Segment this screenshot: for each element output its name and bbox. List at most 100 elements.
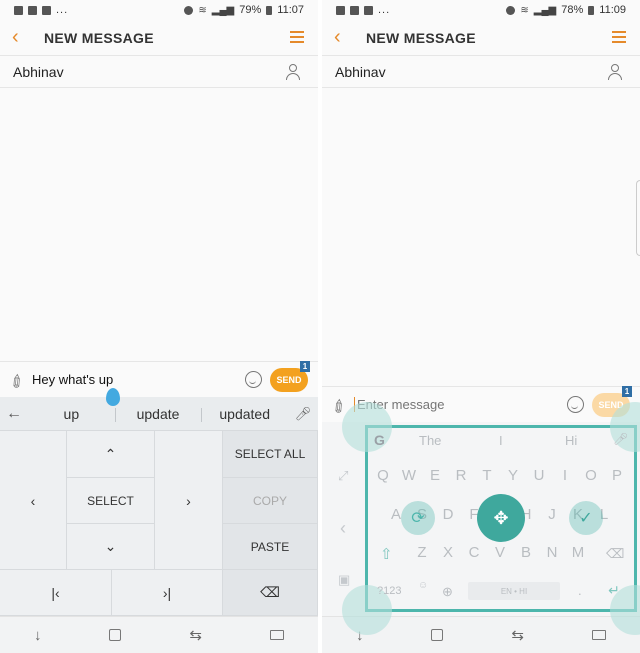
back-arrow-icon[interactable]: ‹	[334, 26, 360, 49]
contact-picker-icon[interactable]	[608, 64, 622, 80]
globe-icon[interactable]: ⊕	[442, 584, 453, 600]
battery-percent: 79%	[239, 4, 262, 16]
keyboard-icon[interactable]	[269, 630, 284, 640]
home-icon[interactable]	[109, 629, 122, 641]
cursor-down-button[interactable]: ⌄	[67, 524, 155, 570]
paste-button[interactable]: PASTE	[223, 524, 318, 570]
key-p[interactable]: P	[607, 467, 627, 484]
facebook-icon	[42, 5, 51, 15]
copy-label: COPY	[252, 493, 287, 508]
microphone-icon[interactable]: 🎤︎	[288, 406, 318, 422]
signal-icon: ▂▄▆	[211, 4, 235, 16]
suggestion-word[interactable]: Hi	[565, 433, 577, 448]
reset-position-icon[interactable]: ⟳	[401, 501, 435, 535]
backspace-icon[interactable]: ⌫	[606, 546, 624, 562]
back-arrow-icon[interactable]: ‹	[12, 26, 38, 49]
notification-icon	[14, 5, 23, 15]
home-icon[interactable]	[431, 629, 444, 641]
expand-icon[interactable]: ⤢	[338, 468, 348, 484]
symbols-key[interactable]: ?123	[377, 585, 401, 597]
backspace-button[interactable]: ⌫	[223, 570, 318, 616]
alarm-icon	[184, 5, 194, 15]
edge-panel-handle[interactable]	[636, 180, 640, 256]
resize-icon[interactable]: ▣	[338, 572, 350, 588]
app-bar: ‹ NEW MESSAGE	[0, 20, 318, 56]
contact-picker-icon[interactable]	[286, 64, 300, 80]
page-title: NEW MESSAGE	[366, 29, 476, 46]
suggestion-word[interactable]: updated	[201, 406, 288, 422]
key-t[interactable]: T	[477, 467, 497, 484]
send-label: SEND	[276, 374, 302, 385]
key-m[interactable]: M	[568, 544, 588, 561]
recipient-field[interactable]: Abhinav	[0, 56, 318, 88]
menu-icon[interactable]	[290, 28, 304, 46]
shift-icon[interactable]: ⇧	[380, 545, 393, 563]
copy-button[interactable]: COPY	[223, 478, 318, 524]
key-c[interactable]: C	[464, 544, 484, 561]
battery-icon	[588, 5, 595, 15]
select-button[interactable]: SELECT	[67, 478, 155, 524]
period-key[interactable]: .	[578, 583, 582, 598]
key-d[interactable]: D	[438, 506, 458, 523]
cursor-up-button[interactable]: ⌃	[67, 431, 155, 478]
key-w[interactable]: W	[399, 467, 419, 484]
chevron-right-icon: ›	[186, 493, 191, 509]
clock: 11:07	[277, 4, 304, 16]
key-u[interactable]: U	[529, 467, 549, 484]
key-n[interactable]: N	[542, 544, 562, 561]
key-v[interactable]: V	[490, 544, 510, 561]
recipient-name: Abhinav	[335, 63, 386, 80]
key-z[interactable]: Z	[412, 544, 432, 561]
key-b[interactable]: B	[516, 544, 536, 561]
microphone-icon[interactable]: 🎤︎	[613, 432, 628, 446]
cursor-left-button[interactable]: ‹	[0, 478, 67, 524]
key-x[interactable]: X	[438, 544, 458, 561]
key-o[interactable]: O	[581, 467, 601, 484]
hide-keyboard-icon[interactable]: ↓	[34, 627, 42, 644]
wifi-icon: ≋	[520, 4, 529, 16]
app-bar: ‹ NEW MESSAGE	[322, 20, 640, 56]
message-input[interactable]: Hey what's up	[32, 372, 245, 387]
collapse-arrow-icon[interactable]: ←	[0, 405, 28, 423]
key-r[interactable]: R	[451, 467, 471, 484]
space-bar[interactable]: EN • HI	[468, 582, 560, 600]
suggestion-strip: ← up update updated 🎤︎	[0, 397, 318, 431]
recipient-field[interactable]: Abhinav	[322, 56, 640, 88]
cursor-start-button[interactable]: |‹	[0, 570, 112, 616]
move-icon[interactable]: ✥	[477, 494, 525, 542]
keyboard-icon[interactable]	[591, 630, 606, 640]
suggestion-word[interactable]: update	[114, 406, 202, 422]
jump-end-icon: ›|	[162, 584, 172, 601]
google-icon[interactable]: G	[374, 432, 385, 448]
suggestion-word[interactable]: I	[499, 433, 503, 448]
jump-start-icon: |‹	[51, 584, 60, 601]
text-edit-panel: ⌃ SELECT ALL ‹ SELECT › COPY ⌄ PASTE |‹ …	[0, 431, 318, 616]
menu-icon[interactable]	[612, 28, 626, 46]
emoji-key-icon[interactable]: ☺	[418, 580, 428, 591]
enter-icon[interactable]: ↵	[601, 577, 627, 603]
confirm-check-icon[interactable]: ✓	[569, 501, 603, 535]
cursor-end-button[interactable]: ›|	[112, 570, 223, 616]
suggestion-word[interactable]: up	[28, 406, 115, 422]
suggestion-word[interactable]: The	[419, 433, 441, 448]
key-i[interactable]: I	[555, 467, 575, 484]
key-y[interactable]: Y	[503, 467, 523, 484]
key-e[interactable]: E	[425, 467, 445, 484]
shift-left-icon[interactable]: ‹	[340, 518, 346, 539]
emoji-icon[interactable]	[245, 371, 262, 388]
chevron-up-icon: ⌃	[104, 445, 117, 462]
clock: 11:09	[599, 4, 626, 16]
send-button[interactable]: SEND 1	[270, 360, 310, 392]
notification-icon	[350, 5, 359, 15]
key-q[interactable]: Q	[373, 467, 393, 484]
select-all-button[interactable]: SELECT ALL	[223, 431, 318, 478]
emoji-icon[interactable]	[567, 396, 584, 413]
cursor-right-button[interactable]: ›	[155, 478, 223, 524]
paste-label: PASTE	[250, 539, 290, 554]
back-nav-icon[interactable]: ⇆	[511, 626, 524, 644]
key-j[interactable]: J	[542, 506, 562, 523]
attach-icon[interactable]: ✐	[6, 365, 36, 394]
status-bar: ... ≋ ▂▄▆ 79% 11:07	[0, 0, 318, 20]
text-selection-handle[interactable]	[106, 388, 120, 406]
back-nav-icon[interactable]: ⇆	[189, 626, 202, 644]
